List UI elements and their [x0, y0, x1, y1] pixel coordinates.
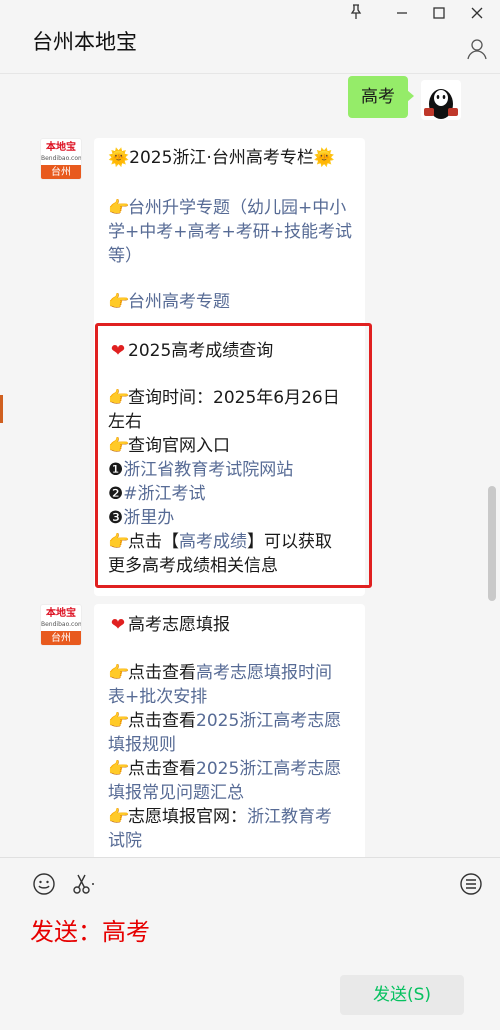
link-volunteer-faq-2[interactable]: 填报常见问题汇总 [108, 781, 358, 805]
pin-icon[interactable] [345, 4, 367, 26]
volunteer-site-label: 志愿填报官网： [128, 807, 247, 827]
click-view: 点击查看 [128, 759, 196, 779]
avatar-city: 台州 [41, 631, 81, 645]
pointing-hand-icon: 👉 [108, 759, 130, 779]
pointing-hand-icon: 👉 [108, 807, 130, 827]
avatar-brand: 本地宝 [46, 608, 76, 619]
avatar-sub: Bendibao.com [41, 155, 82, 162]
link-gaokao-score[interactable]: 高考成绩 [179, 532, 247, 552]
link-zheliban[interactable]: 浙里办 [123, 508, 174, 528]
volunteer-row-2[interactable]: 👉点击查看2025浙江高考志愿 [108, 709, 358, 733]
card1-link-gaokao[interactable]: 台州高考专题 [128, 292, 230, 312]
heart-icon: ❤ [110, 341, 126, 361]
maximize-icon[interactable] [428, 4, 450, 26]
my-message-bubble[interactable]: 高考 [348, 76, 414, 118]
entry-3-row[interactable]: ❸浙里办 [108, 506, 358, 530]
chat-title: 台州本地宝 [32, 30, 137, 54]
heart-icon: ❤ [110, 615, 126, 635]
entry-1-row[interactable]: ❶浙江省教育考试院网站 [108, 458, 358, 482]
pointing-hand-icon: 👉 [108, 388, 130, 408]
pointing-hand-icon: 👉 [108, 663, 130, 683]
message-input[interactable]: 发送：高考 [30, 912, 150, 947]
pointing-hand-icon: 👉 [108, 532, 130, 552]
number-3-icon: ❸ [108, 508, 124, 528]
send-button[interactable]: 发送(S) [340, 975, 464, 1015]
link-zhejiang-edu-exam[interactable]: 浙江教育考 [247, 807, 332, 827]
avatar-brand: 本地宝 [46, 142, 76, 153]
more-info: 更多高考成绩相关信息 [108, 556, 278, 576]
click-view: 点击查看 [128, 663, 196, 683]
score-query-title: 2025高考成绩查询 [128, 341, 274, 361]
volunteer-row-4[interactable]: 👉志愿填报官网：浙江教育考 [108, 805, 358, 829]
query-time: 查询时间：2025年6月26日 [128, 388, 340, 408]
click-view: 点击查看 [128, 711, 196, 731]
card1-link-row-2[interactable]: 👉台州高考专题 [108, 290, 358, 314]
link-volunteer-time-2[interactable]: 表+批次安排 [108, 685, 358, 709]
left-edge-marker [0, 395, 3, 423]
volunteer-title-row: ❤ 高考志愿填报 [108, 613, 358, 637]
avatar-city: 台州 [41, 165, 81, 179]
query-time-2: 左右 [108, 412, 142, 432]
link-zhejiang-exam[interactable]: #浙江考试 [123, 484, 205, 504]
pointing-hand-icon: 👉 [108, 292, 130, 312]
official-entry-row: 👉查询官网入口 [108, 434, 358, 458]
link-zhejiang-exam-site[interactable]: 浙江省教育考试院网站 [123, 460, 293, 480]
title-bar: 台州本地宝 [0, 0, 500, 74]
link-volunteer-rules[interactable]: 2025浙江高考志愿 [196, 711, 341, 731]
query-time-row: 👉查询时间：2025年6月26日 [108, 386, 358, 410]
entry-2-row[interactable]: ❷#浙江考试 [108, 482, 358, 506]
volunteer-row-3[interactable]: 👉点击查看2025浙江高考志愿 [108, 757, 358, 781]
number-1-icon: ❶ [108, 460, 124, 480]
score-query-title-row: ❤ 2025高考成绩查询 [108, 339, 358, 363]
profile-icon[interactable] [466, 38, 488, 60]
close-icon[interactable] [466, 4, 488, 26]
number-2-icon: ❷ [108, 484, 124, 504]
minimize-icon[interactable] [391, 4, 413, 26]
link-volunteer-time[interactable]: 高考志愿填报时间 [196, 663, 332, 683]
pointing-hand-icon: 👉 [108, 711, 130, 731]
card1-link-upgrade[interactable]: 台州升学专题（幼儿园+中小 [128, 198, 346, 218]
avatar-sub: Bendibao.com [41, 621, 82, 628]
volunteer-title: 高考志愿填报 [128, 615, 230, 635]
link-volunteer-rules-2[interactable]: 填报规则 [108, 733, 358, 757]
account-avatar[interactable]: 本地宝 Bendibao.com 台州 [40, 138, 82, 180]
emoji-icon[interactable] [31, 872, 57, 898]
click-prefix: 点击【 [128, 532, 179, 552]
click-score-row[interactable]: 👉点击【高考成绩】可以获取 [108, 530, 358, 554]
card1-title: 🌞2025浙江·台州高考专栏🌞 [108, 148, 336, 168]
volunteer-row-1[interactable]: 👉点击查看高考志愿填报时间 [108, 661, 358, 685]
pointing-hand-icon: 👉 [108, 436, 130, 456]
card1-link-upgrade-2[interactable]: 学+中考+高考+考研+技能考试 [108, 220, 358, 244]
scrollbar[interactable] [488, 486, 496, 601]
card1-link-row[interactable]: 👉台州升学专题（幼儿园+中小 [108, 196, 358, 220]
account-avatar-2[interactable]: 本地宝 Bendibao.com 台州 [40, 604, 82, 646]
link-volunteer-faq[interactable]: 2025浙江高考志愿 [196, 759, 341, 779]
link-zhejiang-edu-exam-2[interactable]: 试院 [108, 829, 358, 853]
official-entry: 查询官网入口 [128, 436, 230, 456]
my-avatar[interactable] [421, 80, 461, 120]
scissors-icon[interactable] [70, 872, 96, 898]
card1-link-upgrade-3[interactable]: 等） [108, 244, 358, 268]
click-suffix: 】可以获取 [247, 532, 332, 552]
chat-history-icon[interactable] [458, 872, 484, 898]
pointing-hand-icon: 👉 [108, 198, 130, 218]
